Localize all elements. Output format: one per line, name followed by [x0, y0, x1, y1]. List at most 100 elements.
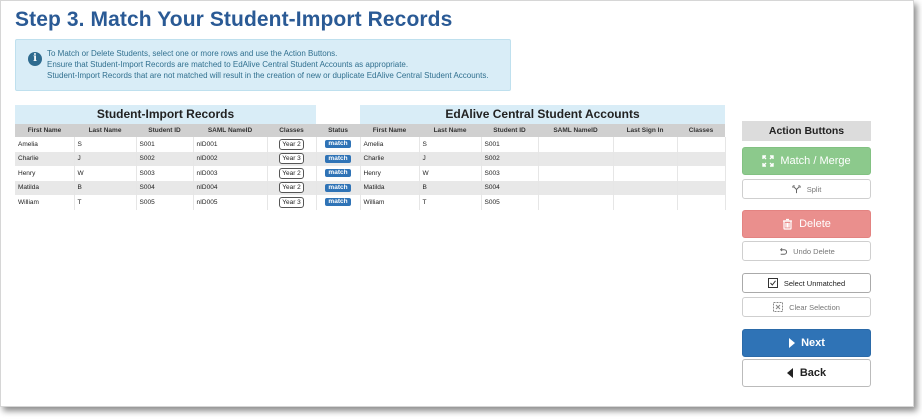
action-buttons-title: Action Buttons: [742, 121, 871, 141]
central-last-name: B: [419, 180, 482, 195]
import-saml-nameid: nID005: [193, 195, 268, 210]
central-saml-nameid: [538, 166, 614, 181]
import-saml-nameid: nID004: [193, 180, 268, 195]
chevron-right-icon: [788, 338, 796, 348]
match-merge-button[interactable]: Match / Merge: [742, 147, 871, 175]
import-first-name: Amelia: [15, 137, 75, 152]
table-header-row: First Name Last Name Student ID SAML Nam…: [15, 124, 725, 137]
merge-arrows-icon: [762, 155, 775, 167]
status-cell: match: [316, 180, 361, 195]
central-student-id: S001: [481, 137, 539, 152]
window-frame: Step 3. Match Your Student-Import Record…: [0, 0, 914, 407]
page-title: Step 3. Match Your Student-Import Record…: [15, 8, 453, 31]
next-button[interactable]: Next: [742, 329, 871, 357]
import-section-title: Student-Import Records: [15, 105, 316, 124]
import-first-name: Henry: [15, 166, 75, 181]
status-cell: match: [316, 137, 361, 152]
central-first-name: Matilda: [360, 180, 420, 195]
split-arrows-icon: [792, 184, 801, 194]
central-first-name: Henry: [360, 166, 420, 181]
class-badge: Year 2: [279, 182, 304, 194]
central-first-name: William: [360, 195, 420, 210]
column-header[interactable]: Classes: [677, 124, 725, 137]
status-badge: match: [325, 154, 351, 163]
import-last-name: J: [74, 151, 137, 166]
import-saml-nameid: nID001: [193, 137, 268, 152]
central-last-name: S: [419, 137, 482, 152]
select-unmatched-label: Select Unmatched: [783, 278, 846, 288]
clear-selection-label: Clear Selection: [789, 302, 840, 312]
split-button[interactable]: Split: [742, 179, 871, 199]
import-student-id: S003: [136, 166, 194, 181]
central-classes: [677, 180, 726, 195]
import-first-name: Charlie: [15, 151, 75, 166]
central-last-name: J: [419, 151, 482, 166]
table-row[interactable]: Henry W S003 nID003 Year 2 match Henry W…: [15, 166, 726, 181]
column-header[interactable]: SAML NameID: [193, 124, 267, 137]
info-alert: i To Match or Delete Students, select on…: [15, 39, 511, 91]
import-classes: Year 3: [267, 151, 317, 166]
undo-arrow-icon: [778, 247, 788, 256]
delete-button[interactable]: Delete: [742, 210, 871, 238]
central-classes: [677, 166, 726, 181]
status-cell: match: [316, 195, 361, 210]
info-line: Student-Import Records that are not matc…: [47, 71, 489, 80]
column-header[interactable]: Last Name: [419, 124, 481, 137]
central-student-id: S003: [481, 166, 539, 181]
status-cell: match: [316, 166, 361, 181]
import-student-id: S001: [136, 137, 194, 152]
import-student-id: S002: [136, 151, 194, 166]
info-line: To Match or Delete Students, select one …: [47, 49, 338, 58]
import-classes: Year 3: [267, 195, 317, 210]
status-badge: match: [325, 198, 351, 207]
import-last-name: T: [74, 195, 137, 210]
import-classes: Year 2: [267, 137, 317, 152]
column-header[interactable]: First Name: [15, 124, 74, 137]
chevron-left-icon: [786, 368, 794, 378]
table-row[interactable]: Charlie J S002 nID002 Year 3 match Charl…: [15, 151, 726, 166]
column-header[interactable]: Last Sign In: [613, 124, 677, 137]
column-header[interactable]: Last Name: [74, 124, 136, 137]
import-first-name: Matilda: [15, 180, 75, 195]
import-student-id: S004: [136, 180, 194, 195]
split-label: Split: [806, 184, 822, 194]
select-unmatched-button[interactable]: Select Unmatched: [742, 273, 871, 293]
central-last-sign-in: [613, 180, 678, 195]
status-cell: match: [316, 151, 361, 166]
class-badge: Year 2: [279, 167, 304, 179]
class-badge: Year 2: [279, 138, 304, 150]
table-row[interactable]: Amelia S S001 nID001 Year 2 match Amelia…: [15, 137, 726, 152]
central-first-name: Amelia: [360, 137, 420, 152]
import-first-name: William: [15, 195, 75, 210]
column-header[interactable]: Student ID: [136, 124, 193, 137]
class-badge: Year 3: [279, 196, 304, 208]
central-saml-nameid: [538, 195, 614, 210]
table-row[interactable]: Matilda B S004 nID004 Year 2 match Matil…: [15, 180, 726, 195]
column-header[interactable]: Classes: [267, 124, 316, 137]
info-circle-icon: i: [28, 52, 42, 66]
info-text: To Match or Delete Students, select one …: [47, 48, 489, 81]
column-header[interactable]: First Name: [360, 124, 419, 137]
class-badge: Year 3: [279, 153, 304, 165]
clear-selection-button[interactable]: Clear Selection: [742, 297, 871, 317]
trash-icon: [782, 218, 793, 230]
status-badge: match: [325, 183, 351, 192]
central-classes: [677, 137, 726, 152]
undo-delete-button[interactable]: Undo Delete: [742, 241, 871, 261]
import-student-id: S005: [136, 195, 194, 210]
status-badge: match: [325, 169, 351, 178]
central-last-sign-in: [613, 137, 678, 152]
column-header[interactable]: Status: [316, 124, 360, 137]
table-row[interactable]: William T S005 nID005 Year 3 match Willi…: [15, 195, 726, 210]
central-saml-nameid: [538, 180, 614, 195]
column-header[interactable]: SAML NameID: [538, 124, 613, 137]
back-button[interactable]: Back: [742, 359, 871, 387]
central-classes: [677, 195, 726, 210]
import-last-name: B: [74, 180, 137, 195]
column-header[interactable]: Student ID: [481, 124, 538, 137]
central-classes: [677, 151, 726, 166]
checkbox-cleared-icon: [773, 302, 784, 312]
central-student-id: S002: [481, 151, 539, 166]
import-classes: Year 2: [267, 180, 317, 195]
import-last-name: S: [74, 137, 137, 152]
